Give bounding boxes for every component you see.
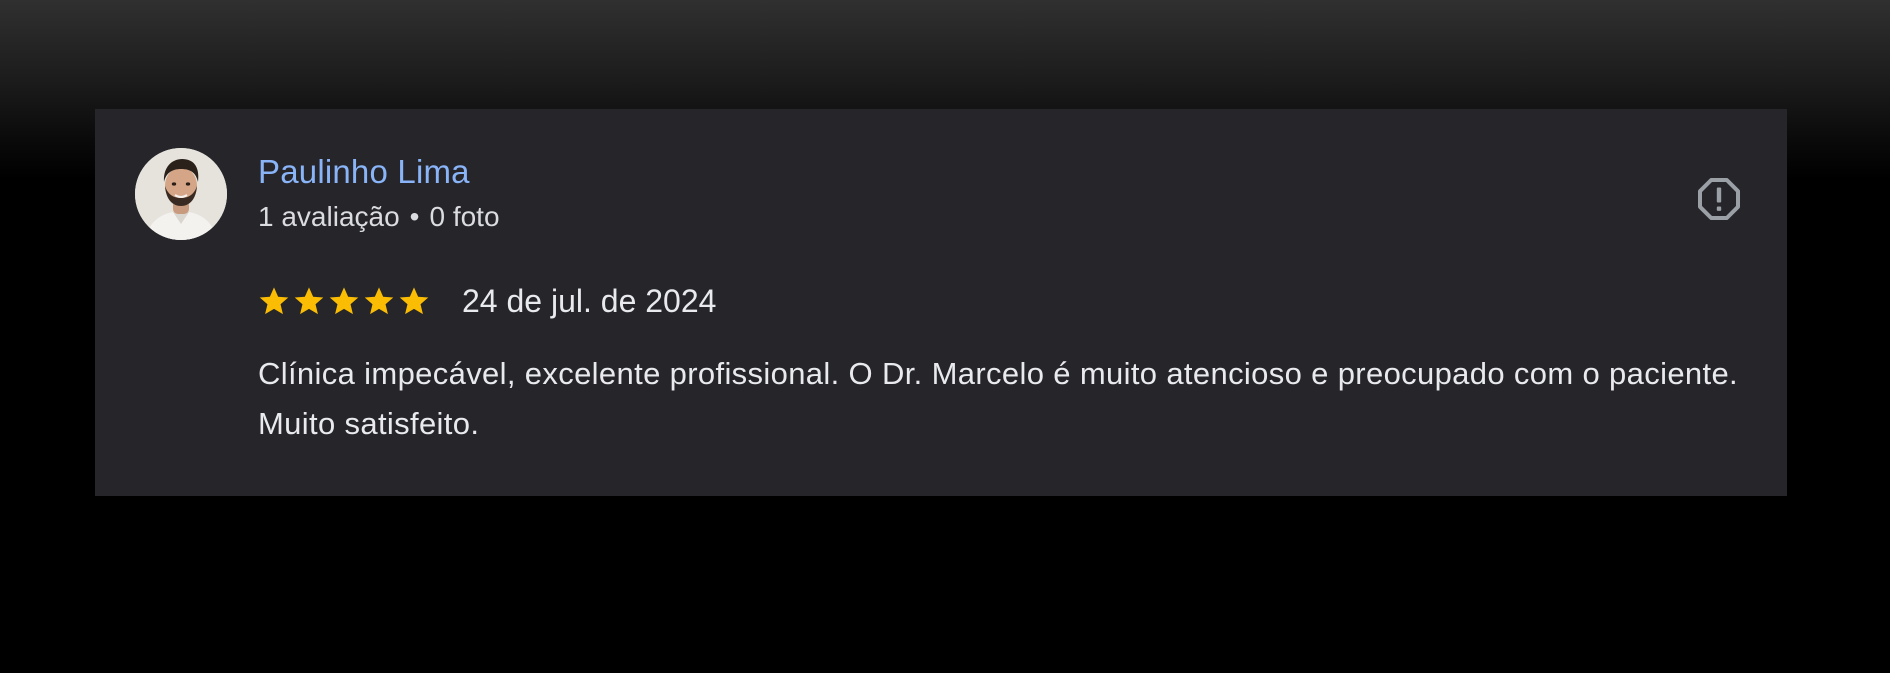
avatar-photo xyxy=(135,148,227,240)
star-icon xyxy=(329,287,359,315)
meta-separator: • xyxy=(409,201,420,232)
star-icon xyxy=(294,287,324,315)
reviewer-name-link[interactable]: Paulinho Lima xyxy=(258,153,470,191)
reviewer-avatar[interactable] xyxy=(135,148,227,240)
star-rating xyxy=(258,285,433,317)
review-text: Clínica impecável, excelente profissiona… xyxy=(258,356,1739,441)
star-icon xyxy=(364,287,394,315)
report-button[interactable] xyxy=(1695,175,1743,223)
reviewer-meta: 1 avaliação • 0 foto xyxy=(258,201,500,233)
photo-count: 0 foto xyxy=(429,201,500,232)
rating-row: 24 de jul. de 2024 xyxy=(258,281,716,321)
star-icon xyxy=(399,287,429,315)
review-count: 1 avaliação xyxy=(258,201,400,232)
report-flag-icon xyxy=(1698,178,1740,220)
review-date: 24 de jul. de 2024 xyxy=(462,282,717,319)
star-icon xyxy=(259,287,289,315)
review-card: Paulinho Lima 1 avaliação • 0 foto 24 de j… xyxy=(95,109,1787,496)
